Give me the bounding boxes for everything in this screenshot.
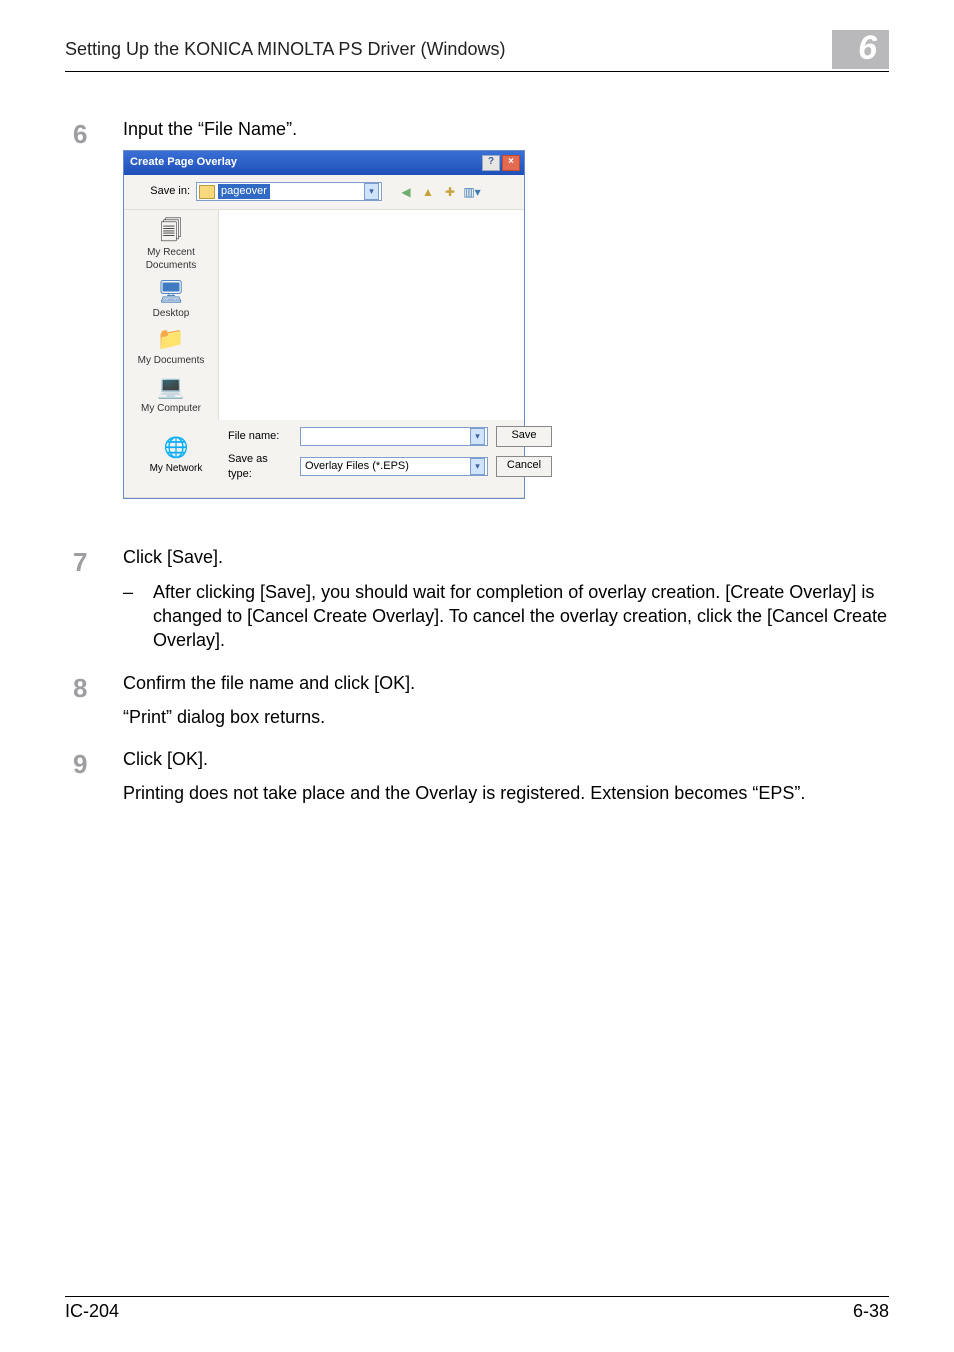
place-recent[interactable]: 🗐 My Recent Documents — [124, 216, 218, 273]
place-mydocs[interactable]: 📁 My Documents — [138, 324, 205, 368]
dialog-screenshot: Create Page Overlay ? × Save in: pageove… — [123, 150, 889, 500]
savein-select[interactable]: pageover ▾ — [196, 182, 382, 201]
step-text: Click [OK]. — [123, 747, 889, 771]
header-title: Setting Up the KONICA MINOLTA PS Driver … — [65, 39, 505, 60]
footer-right: 6-38 — [853, 1301, 889, 1322]
step-extra: Printing does not take place and the Ove… — [123, 781, 889, 805]
page-header: Setting Up the KONICA MINOLTA PS Driver … — [65, 30, 889, 72]
my-documents-icon: 📁 — [154, 324, 188, 354]
recent-docs-icon: 🗐 — [154, 216, 188, 246]
place-mynetwork[interactable]: 🌐 My Network — [132, 435, 220, 476]
saveastype-label: Save as type: — [228, 452, 292, 482]
place-label: My Network — [150, 462, 203, 476]
bullet-dash: – — [123, 580, 153, 653]
close-button[interactable]: × — [502, 155, 520, 171]
step-number: 7 — [65, 545, 123, 652]
step-8: 8 Confirm the file name and click [OK]. … — [65, 671, 889, 730]
desktop-icon: 🖥 — [154, 277, 188, 307]
place-desktop[interactable]: 🖥 Desktop — [153, 277, 190, 321]
back-icon[interactable]: ◀ — [398, 184, 414, 200]
place-mycomputer[interactable]: 💻 My Computer — [141, 372, 201, 416]
step-text: Input the “File Name”. — [123, 117, 889, 141]
up-folder-icon[interactable]: ▲ — [420, 184, 436, 200]
page-footer: IC-204 6-38 — [65, 1296, 889, 1322]
chevron-down-icon[interactable]: ▾ — [470, 428, 485, 445]
bullet-text: After clicking [Save], you should wait f… — [153, 580, 889, 653]
file-list-area[interactable] — [219, 210, 524, 420]
saveastype-value: Overlay Files (*.EPS) — [305, 459, 409, 474]
dialog-title: Create Page Overlay — [130, 155, 237, 170]
dialog-bottom: 🌐 My Network File name: ▾ — [124, 420, 524, 499]
footer-left: IC-204 — [65, 1301, 119, 1322]
my-network-icon: 🌐 — [164, 435, 189, 462]
nav-toolbar: ◀ ▲ ✚ ▥▾ — [398, 184, 480, 200]
step-number: 9 — [65, 747, 123, 806]
my-computer-icon: 💻 — [154, 372, 188, 402]
savein-value: pageover — [218, 184, 270, 199]
chapter-number: 6 — [832, 30, 889, 69]
place-label: Desktop — [153, 307, 190, 321]
new-folder-icon[interactable]: ✚ — [442, 184, 458, 200]
folder-icon — [199, 185, 215, 199]
place-label: My Documents — [138, 354, 205, 368]
dialog-titlebar: Create Page Overlay ? × — [124, 151, 524, 175]
step-text: Click [Save]. — [123, 545, 889, 569]
savein-label: Save in: — [132, 184, 190, 199]
create-page-overlay-dialog: Create Page Overlay ? × Save in: pageove… — [123, 150, 525, 500]
filename-input[interactable]: ▾ — [300, 427, 488, 446]
saveastype-select[interactable]: Overlay Files (*.EPS) ▾ — [300, 457, 488, 476]
filename-label: File name: — [228, 429, 292, 444]
place-label: My Computer — [141, 402, 201, 416]
step-sub-bullet: – After clicking [Save], you should wait… — [123, 580, 889, 653]
dialog-body: 🗐 My Recent Documents 🖥 Desktop 📁 My Doc… — [124, 210, 524, 420]
step-9: 9 Click [OK]. Printing does not take pla… — [65, 747, 889, 806]
help-button[interactable]: ? — [482, 155, 500, 171]
step-6: 6 Input the “File Name”. Create Page Ove… — [65, 117, 889, 527]
step-extra: “Print” dialog box returns. — [123, 705, 889, 729]
save-button[interactable]: Save — [496, 426, 552, 447]
step-7: 7 Click [Save]. – After clicking [Save],… — [65, 545, 889, 652]
savein-row: Save in: pageover ▾ ◀ ▲ ✚ ▥▾ — [124, 175, 524, 210]
step-text: Confirm the file name and click [OK]. — [123, 671, 889, 695]
cancel-button[interactable]: Cancel — [496, 456, 552, 477]
step-number: 6 — [65, 117, 123, 527]
chevron-down-icon[interactable]: ▾ — [470, 458, 485, 475]
steps-area: 6 Input the “File Name”. Create Page Ove… — [65, 117, 889, 805]
view-menu-icon[interactable]: ▥▾ — [464, 184, 480, 200]
chevron-down-icon[interactable]: ▾ — [364, 183, 379, 200]
places-bar: 🗐 My Recent Documents 🖥 Desktop 📁 My Doc… — [124, 210, 219, 420]
place-label: My Recent Documents — [124, 246, 218, 273]
step-number: 8 — [65, 671, 123, 730]
